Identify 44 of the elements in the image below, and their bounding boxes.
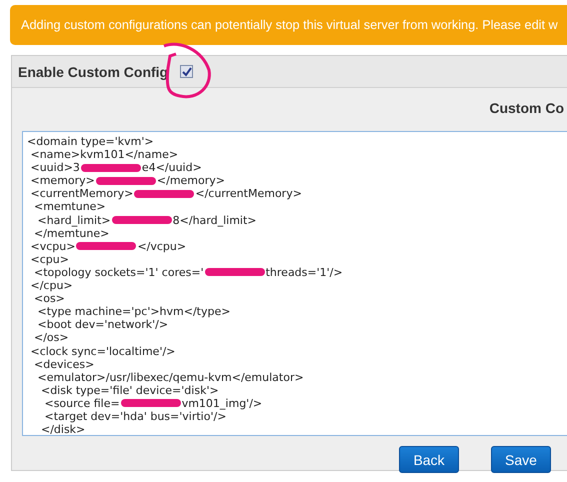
action-button[interactable]: Back [399, 446, 459, 473]
code-text: <os> [32, 292, 65, 306]
redaction-mark [76, 242, 136, 250]
code-editor[interactable] [22, 131, 567, 436]
code-text: <boot dev='network'/> [36, 318, 168, 332]
code-text: <disk type='file' device='disk'> [40, 384, 219, 397]
checkbox[interactable] [180, 65, 194, 78]
redaction-mark [134, 190, 194, 198]
code-text: <source file= [43, 396, 120, 410]
section-heading: Custom Co [488, 99, 565, 118]
code-text: <memtune> [32, 200, 106, 214]
code-text: </vcpu> [137, 240, 186, 253]
code-text: <clock sync='localtime'/> [29, 344, 176, 358]
code-text: <target dev='hda' bus='virtio'/> [43, 410, 226, 424]
redaction-mark [96, 176, 156, 185]
code-text: </cpu> [29, 279, 73, 292]
code-text: <domain type='kvm'> [27, 135, 154, 148]
code-text: <cpu> [29, 252, 69, 266]
enable-custom-config-label: Enable Custom Config [18, 64, 168, 80]
code-text: <memory> [29, 174, 95, 188]
code-text: <uuid>3 [29, 161, 80, 174]
code-text: e4</uuid> [142, 161, 202, 174]
code-text: </currentMemory> [195, 187, 302, 200]
code-text: <type machine='pc'>hvm</type> [36, 305, 230, 318]
code-text: </memtune> [32, 226, 110, 240]
code-text: threads='1'/> [266, 266, 343, 280]
redaction-mark [80, 164, 141, 172]
code-text: <devices> [32, 358, 94, 371]
redaction-mark [120, 399, 181, 408]
code-text: <emulator>/usr/libexec/qemu-kvm</emulator> [36, 370, 304, 384]
code-text: </os> [32, 331, 69, 344]
warning-banner: Adding custom configurations can potentially stop this virtual server from working. Please edit w [10, 5, 567, 45]
code-text: <vcpu> [29, 240, 76, 253]
code-text: 8</hard_limit> [172, 214, 257, 227]
redaction-mark [112, 216, 172, 224]
code-text: <topology sockets='1' cores=' [32, 266, 204, 280]
code-text: </memory> [156, 174, 225, 188]
code-text: <name>kvm101</name> [29, 148, 178, 162]
code-text: <hard_limit> [36, 214, 111, 227]
code-text: </disk> [40, 423, 86, 435]
code-text: <currentMemory> [29, 187, 134, 200]
code-text: vm101_img'/> [182, 396, 262, 410]
action-button[interactable]: Save [491, 446, 551, 473]
redaction-mark [204, 268, 265, 276]
